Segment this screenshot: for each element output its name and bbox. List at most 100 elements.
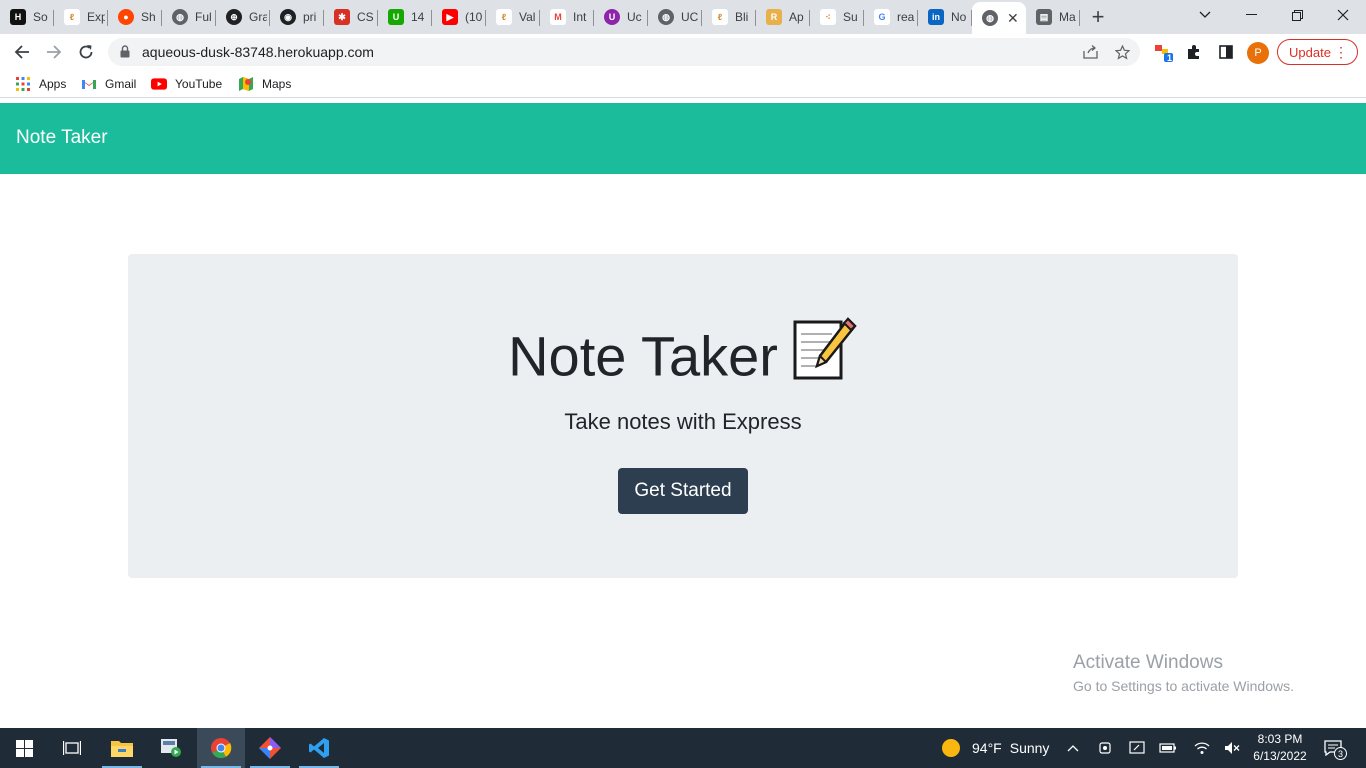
reload-button[interactable] — [72, 38, 100, 66]
browser-tab[interactable]: ◉ pri — [270, 2, 324, 32]
taskbar-clock[interactable]: 8:03 PM 6/13/2022 — [1250, 731, 1310, 765]
extensions-puzzle-icon[interactable] — [1182, 40, 1206, 64]
tray-overflow-chevron-icon[interactable] — [1063, 738, 1083, 758]
tab-label: CS — [357, 10, 374, 24]
share-icon[interactable] — [1080, 42, 1100, 62]
browser-tab[interactable]: U Uc — [594, 2, 648, 32]
restore-button[interactable] — [1274, 0, 1320, 30]
browser-tab[interactable]: ▤ Ma — [1026, 2, 1080, 32]
get-started-button[interactable]: Get Started — [618, 468, 748, 514]
extension-badge-icon[interactable]: 1 — [1152, 40, 1176, 64]
taskbar-git[interactable] — [246, 728, 294, 768]
browser-tab[interactable]: R Ap — [756, 2, 810, 32]
tab-label: Uc — [627, 10, 642, 24]
bookmark-gmail[interactable]: Gmail — [81, 76, 136, 92]
browser-tab[interactable]: ⁖ Su — [810, 2, 864, 32]
bookmark-youtube[interactable]: YouTube — [151, 76, 222, 92]
browser-tab[interactable]: ✱ CS — [324, 2, 378, 32]
folder-icon — [111, 741, 133, 757]
browser-tab[interactable]: ◍ UC — [648, 2, 702, 32]
tab-active[interactable]: ◍ ✕ — [972, 2, 1026, 34]
media-player-icon — [161, 739, 181, 757]
chart-dots-icon: ⁖ — [820, 9, 836, 25]
maps-icon — [238, 76, 254, 92]
browser-tab[interactable]: M Int — [540, 2, 594, 32]
bookmark-star-icon[interactable] — [1112, 42, 1132, 62]
tab-label: Gra — [249, 10, 267, 24]
navbar: Note Taker — [0, 103, 1366, 174]
browser-tab[interactable]: ● Sh — [108, 2, 162, 32]
tab-label: Exp — [87, 10, 105, 24]
profile-avatar[interactable]: P — [1247, 42, 1269, 64]
navbar-brand[interactable]: Note Taker — [16, 127, 108, 149]
update-button[interactable]: Update ⋮ — [1277, 39, 1358, 65]
taskbar-chrome[interactable] — [197, 728, 245, 768]
bookmark-maps[interactable]: Maps — [238, 76, 291, 92]
arrow-left-icon — [14, 45, 29, 59]
browser-tab[interactable]: ◍ Ful — [162, 2, 216, 32]
bookmark-apps[interactable]: Apps — [15, 76, 66, 92]
tab-label: Ful — [195, 10, 212, 24]
browser-tab[interactable]: H So — [0, 2, 54, 32]
clock-date: 6/13/2022 — [1253, 749, 1307, 763]
start-button[interactable] — [0, 728, 48, 768]
back-button[interactable] — [8, 38, 36, 66]
gmail-icon — [81, 76, 97, 92]
minimize-icon — [1245, 14, 1257, 15]
gmail-icon: M — [550, 9, 566, 25]
watermark-title: Activate Windows — [1073, 652, 1223, 673]
google-icon: G — [874, 9, 890, 25]
new-tab-button[interactable]: + — [1080, 2, 1116, 32]
tab-strip: H So ℓ Exp ● Sh ◍ Ful ⊕ Gra ◉ pri ✱ CS U 14 ▶ (10 ℓ Val M Int… — [0, 0, 1366, 34]
minimize-button[interactable] — [1228, 0, 1274, 30]
lock-icon[interactable] — [120, 45, 130, 58]
r-icon: R — [766, 9, 782, 25]
chevron-down-icon — [1199, 11, 1211, 18]
browser-tab[interactable]: ⊕ Gra — [216, 2, 270, 32]
battery-tray-icon[interactable] — [1158, 738, 1178, 758]
bootcamp-icon: ℓ — [64, 9, 80, 25]
volume-muted-tray-icon[interactable] — [1222, 738, 1242, 758]
wifi-tray-icon[interactable] — [1192, 738, 1212, 758]
taskbar-file-explorer[interactable] — [98, 728, 146, 768]
taskbar-media-app[interactable] — [147, 728, 195, 768]
close-tab-icon[interactable]: ✕ — [1007, 10, 1019, 27]
browser-tab[interactable]: ℓ Bli — [702, 2, 756, 32]
browser-tab[interactable]: ℓ Exp — [54, 2, 108, 32]
tab-label: Su — [843, 10, 858, 24]
restore-icon — [1291, 9, 1303, 21]
browser-tab[interactable]: ℓ Val — [486, 2, 540, 32]
tab-label: Int — [573, 10, 587, 24]
browser-tab[interactable]: U 14 — [378, 2, 432, 32]
tab-label: Sh — [141, 10, 156, 24]
bookmarks-bar: Apps Gmail YouTube Maps — [0, 70, 1366, 98]
tab-list: H So ℓ Exp ● Sh ◍ Ful ⊕ Gra ◉ pri ✱ CS U 14 ▶ (10 ℓ Val M Int… — [0, 0, 1080, 34]
forward-button[interactable] — [40, 38, 68, 66]
notification-count-badge: 3 — [1334, 747, 1347, 760]
reddit-icon: ● — [118, 9, 134, 25]
close-icon — [1337, 9, 1349, 21]
camera-tray-icon[interactable] — [1095, 738, 1115, 758]
more-vert-icon: ⋮ — [1334, 44, 1348, 60]
browser-tab[interactable]: ▶ (10 — [432, 2, 486, 32]
taskbar-vscode[interactable] — [295, 728, 343, 768]
youtube-icon: ▶ — [442, 9, 458, 25]
browser-tab[interactable]: in No — [918, 2, 972, 32]
youtube-icon — [151, 76, 167, 92]
arrow-right-icon — [47, 45, 62, 59]
bookmark-label: Gmail — [105, 77, 137, 91]
task-view-button[interactable] — [48, 728, 96, 768]
extension-badge-count: 1 — [1167, 53, 1173, 63]
address-bar[interactable]: aqueous-dusk-83748.herokuapp.com — [108, 38, 1140, 66]
notification-center-button[interactable]: 3 — [1323, 738, 1347, 760]
globe-icon: ◍ — [658, 9, 674, 25]
tab-search-button[interactable] — [1182, 0, 1228, 30]
close-window-button[interactable] — [1320, 0, 1366, 30]
screen-capture-tray-icon[interactable] — [1127, 738, 1147, 758]
weather-widget[interactable]: 94°F Sunny — [941, 728, 1049, 768]
browser-tab[interactable]: Grea — [864, 2, 918, 32]
side-panel-icon[interactable] — [1214, 40, 1238, 64]
globe-icon: ◍ — [172, 9, 188, 25]
bootcamp-icon: ℓ — [496, 9, 512, 25]
url-text[interactable]: aqueous-dusk-83748.herokuapp.com — [142, 44, 374, 60]
